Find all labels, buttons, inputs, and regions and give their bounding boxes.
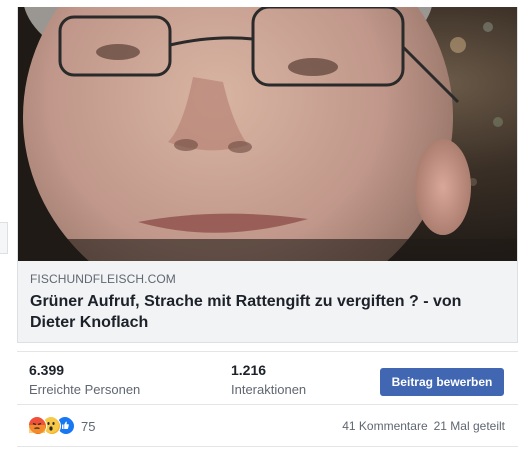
engagement-label: Interaktionen <box>231 382 307 397</box>
portrait-photo <box>18 7 517 261</box>
link-preview-image[interactable] <box>18 7 517 261</box>
link-preview-meta: FISCHUNDFLEISCH.COM Grüner Aufruf, Strac… <box>18 261 517 333</box>
comments-count-link[interactable]: 41 Kommentare <box>342 419 427 433</box>
link-domain: FISCHUNDFLEISCH.COM <box>30 272 176 286</box>
facebook-post-insights: FISCHUNDFLEISCH.COM Grüner Aufruf, Strac… <box>0 0 525 454</box>
bottom-divider <box>17 446 518 447</box>
link-preview-card[interactable]: FISCHUNDFLEISCH.COM Grüner Aufruf, Strac… <box>17 7 518 343</box>
engagement-meta: 41 Kommentare 21 Mal geteilt <box>342 419 505 433</box>
angry-reaction-icon <box>29 417 47 435</box>
link-title[interactable]: Grüner Aufruf, Strache mit Rattengift zu… <box>30 291 505 333</box>
reactions-bar: 75 41 Kommentare 21 Mal geteilt <box>17 405 518 445</box>
side-panel-edge <box>0 222 8 254</box>
reaction-summary[interactable]: 75 <box>29 417 95 435</box>
post-insights-bar: 6.399 Erreichte Personen 1.216 Interakti… <box>17 351 518 412</box>
engagement-value: 1.216 <box>231 362 267 378</box>
promote-post-button[interactable]: Beitrag bewerben <box>380 368 504 396</box>
engagement-stat[interactable]: 1.216 Interaktionen <box>231 361 306 399</box>
reaction-count[interactable]: 75 <box>81 419 95 434</box>
reach-value: 6.399 <box>29 362 65 378</box>
reach-label: Erreichte Personen <box>29 382 141 397</box>
shares-count-link[interactable]: 21 Mal geteilt <box>434 419 505 433</box>
reach-stat[interactable]: 6.399 Erreichte Personen <box>29 361 140 399</box>
